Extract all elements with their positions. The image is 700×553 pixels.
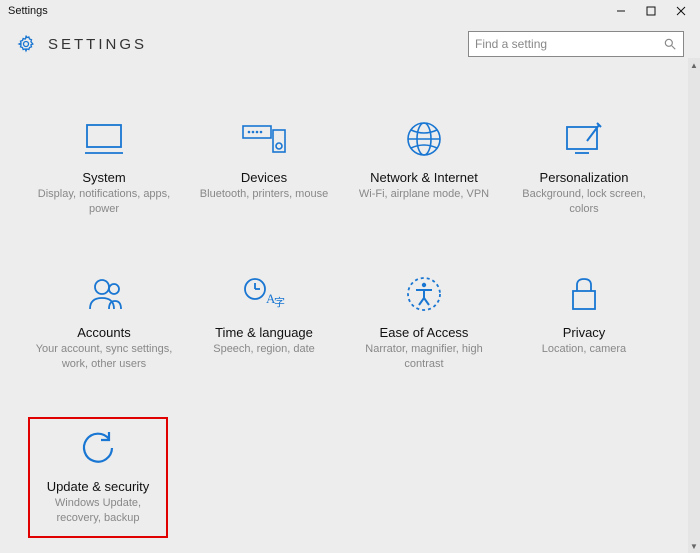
window-title: Settings [8,5,48,17]
tile-update-security[interactable]: Update & security Windows Update, recove… [28,417,168,538]
tile-network[interactable]: Network & Internet Wi-Fi, airplane mode,… [348,114,500,221]
tile-title: Update & security [47,479,150,494]
tile-accounts[interactable]: Accounts Your account, sync settings, wo… [28,269,180,376]
title-bar: Settings [0,0,700,22]
maximize-icon [646,6,656,16]
tile-desc: Background, lock screen, colors [514,187,654,217]
tile-desc: Windows Update, recovery, backup [32,496,164,526]
tile-title: Time & language [215,325,313,340]
devices-icon [241,118,287,160]
tile-title: Devices [241,170,287,185]
tile-desc: Speech, region, date [213,342,315,357]
gear-icon [16,34,36,54]
tile-desc: Wi-Fi, airplane mode, VPN [359,187,489,202]
content-area: System Display, notifications, apps, pow… [0,58,700,553]
tile-ease-of-access[interactable]: Ease of Access Narrator, magnifier, high… [348,269,500,376]
accounts-icon [84,273,124,315]
settings-grid: System Display, notifications, apps, pow… [0,58,688,538]
minimize-button[interactable] [606,0,636,22]
search-input[interactable] [475,37,663,51]
close-icon [676,6,686,16]
personalization-icon [563,118,605,160]
lock-icon [568,273,600,315]
tile-privacy[interactable]: Privacy Location, camera [508,269,660,376]
tile-desc: Your account, sync settings, work, other… [34,342,174,372]
time-language-icon: A 字 [242,273,286,315]
tile-title: Personalization [540,170,629,185]
maximize-button[interactable] [636,0,666,22]
tile-desc: Bluetooth, printers, mouse [200,187,328,202]
minimize-icon [616,6,626,16]
update-icon [79,427,117,469]
scroll-up-arrow[interactable]: ▲ [688,58,700,72]
tile-title: Ease of Access [380,325,469,340]
tile-title: System [82,170,125,185]
tile-desc: Location, camera [542,342,626,357]
tile-time-language[interactable]: A 字 Time & language Speech, region, date [188,269,340,376]
scroll-down-arrow[interactable]: ▼ [688,539,700,553]
tile-title: Network & Internet [370,170,478,185]
search-icon [663,37,677,51]
tile-personalization[interactable]: Personalization Background, lock screen,… [508,114,660,221]
tile-desc: Narrator, magnifier, high contrast [354,342,494,372]
globe-icon [405,118,443,160]
tile-title: Accounts [77,325,130,340]
tile-desc: Display, notifications, apps, power [34,187,174,217]
header: SETTINGS [0,22,700,58]
search-box[interactable] [468,31,684,57]
close-button[interactable] [666,0,696,22]
display-icon [83,118,125,160]
tile-system[interactable]: System Display, notifications, apps, pow… [28,114,180,221]
ease-of-access-icon [405,273,443,315]
page-title: SETTINGS [48,36,147,53]
svg-text:字: 字 [274,295,285,309]
tile-devices[interactable]: Devices Bluetooth, printers, mouse [188,114,340,221]
vertical-scrollbar[interactable]: ▲ ▼ [688,58,700,553]
tile-title: Privacy [563,325,606,340]
